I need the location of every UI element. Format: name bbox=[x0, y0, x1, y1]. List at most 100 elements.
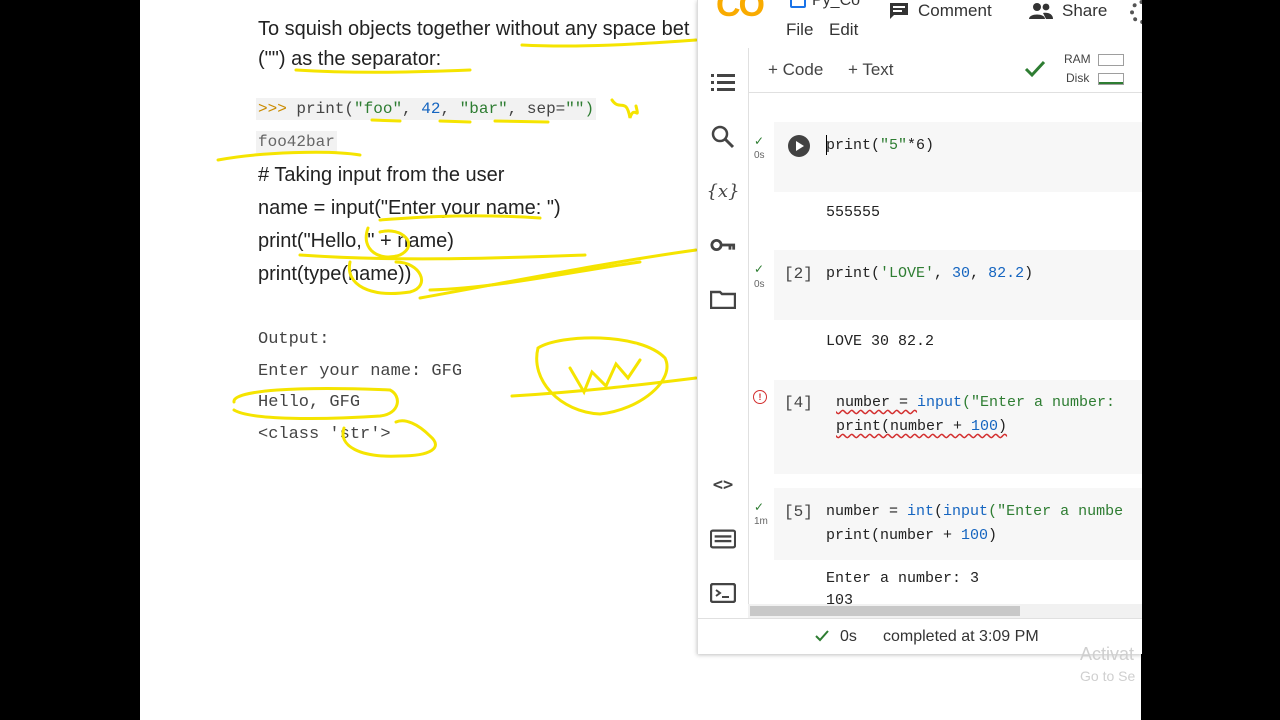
disk-meter bbox=[1098, 73, 1124, 85]
code-token: int bbox=[907, 503, 935, 520]
code-line: number = input("Enter a number: bbox=[836, 394, 1115, 411]
code-token: ) bbox=[1024, 265, 1034, 282]
folder-icon[interactable] bbox=[710, 286, 736, 312]
code-token: number = bbox=[836, 394, 918, 411]
status-bar: 0s completed at 3:09 PM bbox=[698, 618, 1142, 654]
add-code-button[interactable]: + Code bbox=[768, 60, 823, 80]
execution-count: [4] bbox=[784, 394, 813, 412]
add-text-button[interactable]: + Text bbox=[848, 60, 894, 80]
code-cell: print("5"*6) 555555 bbox=[774, 122, 1142, 238]
colab-logo[interactable]: CO bbox=[716, 0, 765, 25]
code-token: ) bbox=[988, 527, 998, 544]
code-token: print( bbox=[826, 137, 881, 154]
notebook-toolbar: + Code + Text RAM Disk bbox=[748, 48, 1142, 93]
terminal-icon[interactable] bbox=[710, 580, 736, 606]
command-palette-icon[interactable] bbox=[710, 526, 736, 552]
horizontal-scrollbar[interactable] bbox=[748, 604, 1142, 618]
code-snippets-icon[interactable]: <> bbox=[710, 472, 736, 498]
code-line: print(number + 100) bbox=[826, 527, 997, 544]
cell-success-check-icon: ✓ bbox=[754, 500, 765, 514]
output-label: Output: bbox=[258, 330, 330, 349]
code-token: , bbox=[970, 265, 989, 282]
play-icon bbox=[796, 141, 804, 151]
code-line-2: name = input("Enter your name: ") bbox=[258, 197, 561, 219]
code-token: 100 bbox=[961, 527, 989, 544]
paragraph-line-1: To squish objects together without any s… bbox=[258, 18, 690, 40]
share-label: Share bbox=[1062, 1, 1108, 20]
run-cell-button[interactable] bbox=[788, 135, 810, 157]
comment-label: Comment bbox=[918, 1, 992, 20]
disk-label: Disk bbox=[1066, 71, 1090, 85]
comment-button[interactable]: Comment bbox=[888, 0, 992, 22]
execution-count: [2] bbox=[784, 265, 813, 283]
paragraph-line-2: ("") as the separator: bbox=[258, 48, 442, 70]
example-empty: "") bbox=[565, 100, 595, 118]
code-token: ) bbox=[998, 418, 1008, 435]
ram-meter bbox=[1098, 54, 1124, 66]
code-line-3: print("Hello, " + name) bbox=[258, 230, 454, 252]
code-token: *6) bbox=[907, 137, 935, 154]
output-line-1: Enter your name: GFG bbox=[258, 362, 463, 381]
code-line-1: # Taking input from the user bbox=[258, 164, 505, 186]
example-foo: "foo" bbox=[354, 100, 403, 118]
cell-success-check-icon: ✓ bbox=[754, 262, 765, 276]
code-token: 30 bbox=[952, 265, 971, 282]
code-cell: [4] number = input("Enter a number: prin… bbox=[774, 380, 1142, 474]
cell-error-icon: ! bbox=[753, 390, 767, 404]
share-button[interactable]: Share bbox=[1028, 0, 1107, 22]
drive-icon bbox=[790, 0, 806, 8]
code-token: print(number + bbox=[826, 527, 962, 544]
variables-icon[interactable]: {𝑥} bbox=[706, 178, 739, 204]
code-token: input bbox=[943, 503, 989, 520]
example-bar: "bar" bbox=[459, 100, 508, 118]
colab-topbar: CO Py_Co File Edit Comment Share bbox=[698, 0, 1142, 48]
code-line: print("5"*6) bbox=[826, 137, 934, 154]
code-token: print(number + bbox=[836, 418, 972, 435]
cell-editor[interactable]: [4] number = input("Enter a number: prin… bbox=[774, 380, 1142, 474]
cell-editor[interactable]: print("5"*6) bbox=[774, 122, 1142, 192]
menu-file[interactable]: File bbox=[786, 20, 813, 40]
key-icon[interactable] bbox=[710, 232, 736, 258]
code-token: ( bbox=[934, 503, 944, 520]
status-text: completed at 3:09 PM bbox=[883, 628, 1039, 645]
example-output: foo42bar bbox=[256, 131, 337, 153]
cell-output: 103 bbox=[826, 592, 854, 604]
cell-output: Enter a number: 3 bbox=[826, 570, 980, 587]
code-cell: [5] number = int(input("Enter a numbe pr… bbox=[774, 488, 1142, 604]
example-42: 42 bbox=[421, 100, 441, 118]
code-line: number = int(input("Enter a numbe bbox=[826, 503, 1123, 520]
settings-gear-icon[interactable] bbox=[1130, 0, 1142, 24]
code-token: ("Enter a number: bbox=[962, 394, 1116, 411]
menu-edit[interactable]: Edit bbox=[829, 20, 858, 40]
code-line: print('LOVE', 30, 82.2) bbox=[826, 265, 1033, 282]
notebook-title[interactable]: Py_Co bbox=[812, 0, 860, 10]
activation-watermark-line-1: Activat bbox=[1080, 644, 1135, 664]
cell-output: LOVE 30 82.2 bbox=[826, 333, 935, 350]
code-token: 100 bbox=[971, 418, 999, 435]
table-of-contents-icon[interactable] bbox=[710, 70, 736, 96]
code-token: , bbox=[934, 265, 953, 282]
code-token: input bbox=[917, 394, 963, 411]
cell-editor[interactable]: [5] number = int(input("Enter a numbe pr… bbox=[774, 488, 1142, 560]
code-token: number = bbox=[826, 503, 908, 520]
text-cursor bbox=[826, 135, 827, 155]
cell-success-check-icon: ✓ bbox=[754, 134, 765, 148]
scrollbar-thumb[interactable] bbox=[750, 606, 1020, 616]
status-check-icon bbox=[814, 628, 830, 649]
example-sep3: , sep= bbox=[507, 100, 566, 118]
cell-editor[interactable]: [2] print('LOVE', 30, 82.2) bbox=[774, 250, 1142, 320]
colab-notebook-window: CO Py_Co File Edit Comment Share {𝑥} <> bbox=[697, 0, 1142, 654]
left-sidebar-rail: {𝑥} <> bbox=[698, 48, 749, 604]
code-token: "5" bbox=[880, 137, 908, 154]
search-icon[interactable] bbox=[710, 124, 736, 150]
example-print: print( bbox=[296, 100, 355, 118]
code-line-4: print(type(name)) bbox=[258, 263, 412, 285]
code-token: ("Enter a numbe bbox=[988, 503, 1124, 520]
execution-count: [5] bbox=[784, 503, 813, 521]
cell-exec-time: 0s bbox=[754, 279, 765, 290]
cell-exec-time: 1m bbox=[754, 516, 768, 527]
repl-prompt: >>> bbox=[258, 100, 287, 118]
cell-output: 555555 bbox=[826, 204, 881, 221]
comment-icon bbox=[890, 3, 908, 19]
ram-label: RAM bbox=[1064, 52, 1091, 66]
